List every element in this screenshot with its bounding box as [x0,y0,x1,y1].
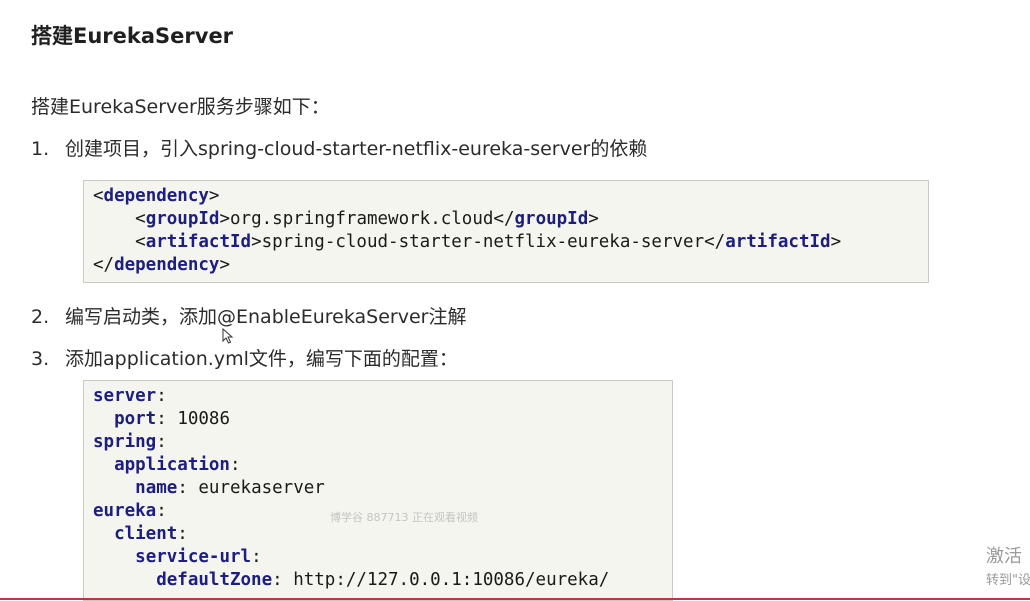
code-value: spring-cloud-starter-netflix-eureka-serv… [261,232,705,252]
step-2: 2. 编写启动类，添加@EnableEurekaServer注解 [31,304,466,330]
code-line: application: [114,455,241,475]
activation-title: 激活 [986,546,1022,567]
yaml-key: port [114,409,157,429]
step-number: 3. [31,348,50,370]
yaml-key: name [135,478,178,498]
code-line: </dependency> [93,255,230,275]
code-tag: artifactId [725,232,831,252]
code-line: <dependency> [93,186,220,206]
mouse-pointer-icon [222,328,234,344]
yaml-key: application [114,455,230,475]
yaml-code-block: server: port: 10086 spring: application: … [83,380,673,601]
code-line: server: [93,386,167,406]
code-line: defaultZone: http://127.0.0.1:10086/eure… [156,570,610,590]
page-title: 搭建EurekaServer [31,24,234,48]
code-tag: artifactId [145,232,252,252]
code-line: port: 10086 [114,409,230,429]
yaml-key: defaultZone [156,570,273,590]
video-watermark: 博学谷 887713 正在观看视频 [330,511,478,524]
yaml-value: http://127.0.0.1:10086/eureka/ [293,570,610,590]
yaml-key: eureka [93,501,157,521]
yaml-key: server [93,386,157,406]
code-value: org.springframework.cloud [230,209,494,229]
intro-text: 搭建EurekaServer服务步骤如下： [31,96,330,118]
step-3: 3. 添加application.yml文件，编写下面的配置： [31,346,458,372]
code-tag: groupId [145,209,220,229]
yaml-value: eurekaserver [198,478,325,498]
code-line: service-url: [135,547,262,567]
step-text: 创建项目，引入spring-cloud-starter-netflix-eure… [65,138,648,160]
yaml-key: spring [93,432,157,452]
bottom-divider [0,598,1030,600]
code-line: <groupId>org.springframework.cloud</grou… [135,209,599,229]
code-line: spring: [93,432,167,452]
step-1: 1. 创建项目，引入spring-cloud-starter-netflix-eu… [31,136,647,162]
step-number: 1. [31,138,50,160]
step-number: 2. [31,306,50,328]
yaml-value: 10086 [177,409,230,429]
yaml-key: client [114,524,178,544]
dependency-code-block: <dependency> <groupId>org.springframewor… [83,180,929,283]
code-line: name: eurekaserver [135,478,325,498]
activation-hint: 转到"设 [986,573,1030,588]
step-text: 编写启动类，添加@EnableEurekaServer注解 [65,306,467,328]
step-text: 添加application.yml文件，编写下面的配置： [65,348,458,370]
code-tag: dependency [114,255,220,275]
yaml-key: service-url [135,547,252,567]
code-line: <artifactId>spring-cloud-starter-netflix… [135,232,842,252]
code-tag: dependency [103,186,209,206]
code-tag: groupId [514,209,589,229]
code-line: client: [114,524,188,544]
